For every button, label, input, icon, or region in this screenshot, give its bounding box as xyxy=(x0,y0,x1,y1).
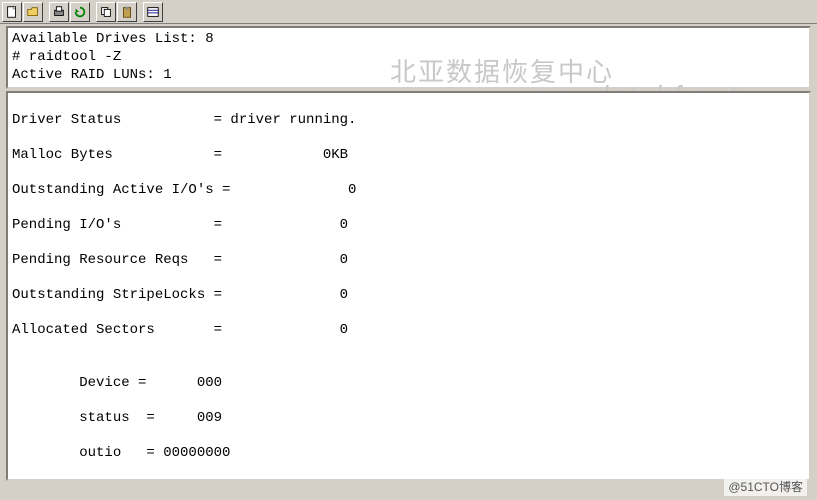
pending-resource-line: Pending Resource Reqs = 0 xyxy=(12,252,805,270)
properties-button[interactable] xyxy=(143,2,163,22)
toolbar xyxy=(0,0,817,24)
available-drives-line: Available Drives List: 8 xyxy=(12,30,805,48)
print-icon xyxy=(52,5,66,19)
copy-button[interactable] xyxy=(96,2,116,22)
properties-icon xyxy=(146,5,160,19)
folder-open-icon xyxy=(26,5,40,19)
device-line: Device = 000 xyxy=(12,375,805,393)
pending-io-line: Pending I/O's = 0 xyxy=(12,217,805,235)
print-button[interactable] xyxy=(49,2,69,22)
open-button[interactable] xyxy=(23,2,43,22)
driver-status-line: Driver Status = driver running. xyxy=(12,112,805,130)
paste-button[interactable] xyxy=(117,2,137,22)
credit-label: @51CTO博客 xyxy=(724,477,807,496)
allocated-sectors-line: Allocated Sectors = 0 xyxy=(12,322,805,340)
outio-line: outio = 00000000 xyxy=(12,445,805,463)
terminal-output: Driver Status = driver running. Malloc B… xyxy=(6,91,811,481)
refresh-icon xyxy=(73,5,87,19)
copy-icon xyxy=(99,5,113,19)
refresh-button[interactable] xyxy=(70,2,90,22)
active-luns-line: Active RAID LUNs: 1 xyxy=(12,66,805,84)
status-line: status = 009 xyxy=(12,410,805,428)
outstanding-io-line: Outstanding Active I/O's = 0 xyxy=(12,182,805,200)
document-icon xyxy=(5,5,19,19)
clipboard-icon xyxy=(120,5,134,19)
drives-line: drives = 08 xyxy=(12,480,805,481)
malloc-bytes-line: Malloc Bytes = 0KB xyxy=(12,147,805,165)
command-line: # raidtool -Z xyxy=(12,48,805,66)
status-panel: Available Drives List: 8 # raidtool -Z A… xyxy=(6,26,811,89)
new-file-button[interactable] xyxy=(2,2,22,22)
stripelocks-line: Outstanding StripeLocks = 0 xyxy=(12,287,805,305)
